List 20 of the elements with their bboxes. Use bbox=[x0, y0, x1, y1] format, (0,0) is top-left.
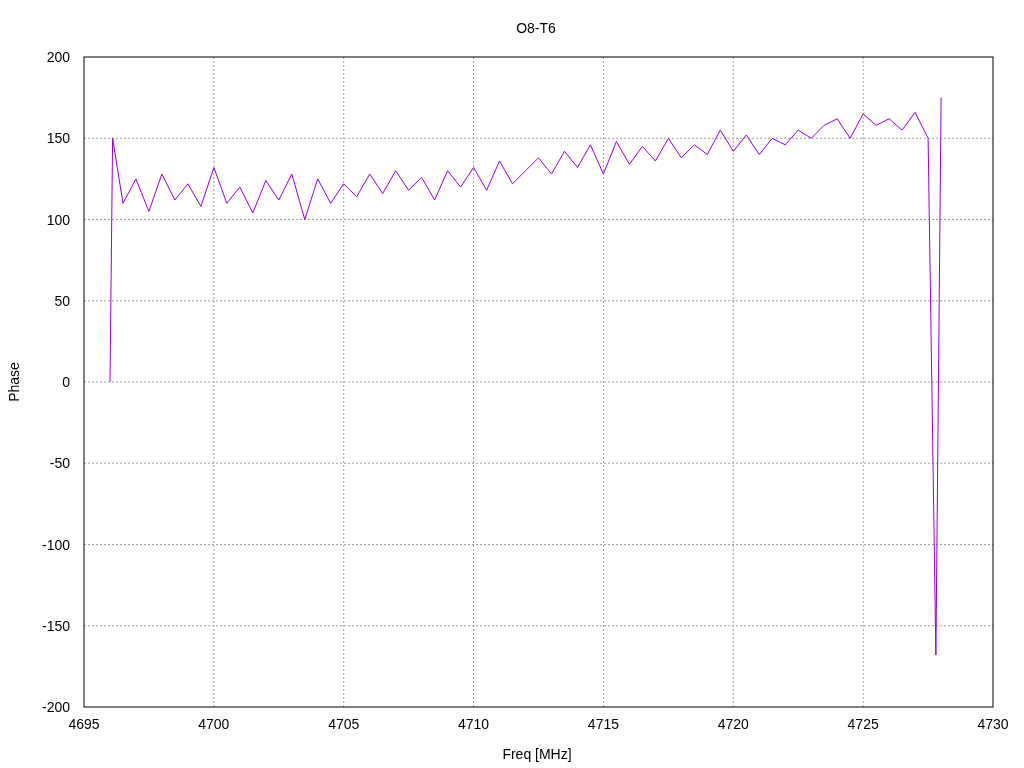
tick-label: -50 bbox=[49, 455, 70, 472]
tick-label: 150 bbox=[46, 130, 70, 147]
x-axis-title: Freq [MHz] bbox=[502, 746, 572, 762]
tick-label: 200 bbox=[46, 49, 70, 65]
tick-label: -150 bbox=[41, 617, 70, 634]
tick-label: 4710 bbox=[458, 716, 490, 732]
tick-label: 4695 bbox=[68, 716, 100, 732]
y-axis-title: Phase bbox=[6, 362, 22, 402]
tick-label: 4720 bbox=[717, 716, 749, 732]
tick-label: 4725 bbox=[847, 716, 879, 732]
tick-label: 4715 bbox=[587, 716, 619, 732]
chart-title: O8-T6 bbox=[516, 20, 556, 36]
tick-label: 100 bbox=[46, 211, 70, 228]
tick-label: -100 bbox=[41, 536, 70, 553]
tick-label: 4705 bbox=[328, 716, 360, 732]
tick-label: 4730 bbox=[977, 716, 1009, 732]
tick-label: 50 bbox=[54, 292, 70, 309]
tick-label: 4700 bbox=[198, 716, 230, 732]
tick-label: -200 bbox=[41, 699, 70, 715]
tick-label: 0 bbox=[62, 374, 70, 390]
